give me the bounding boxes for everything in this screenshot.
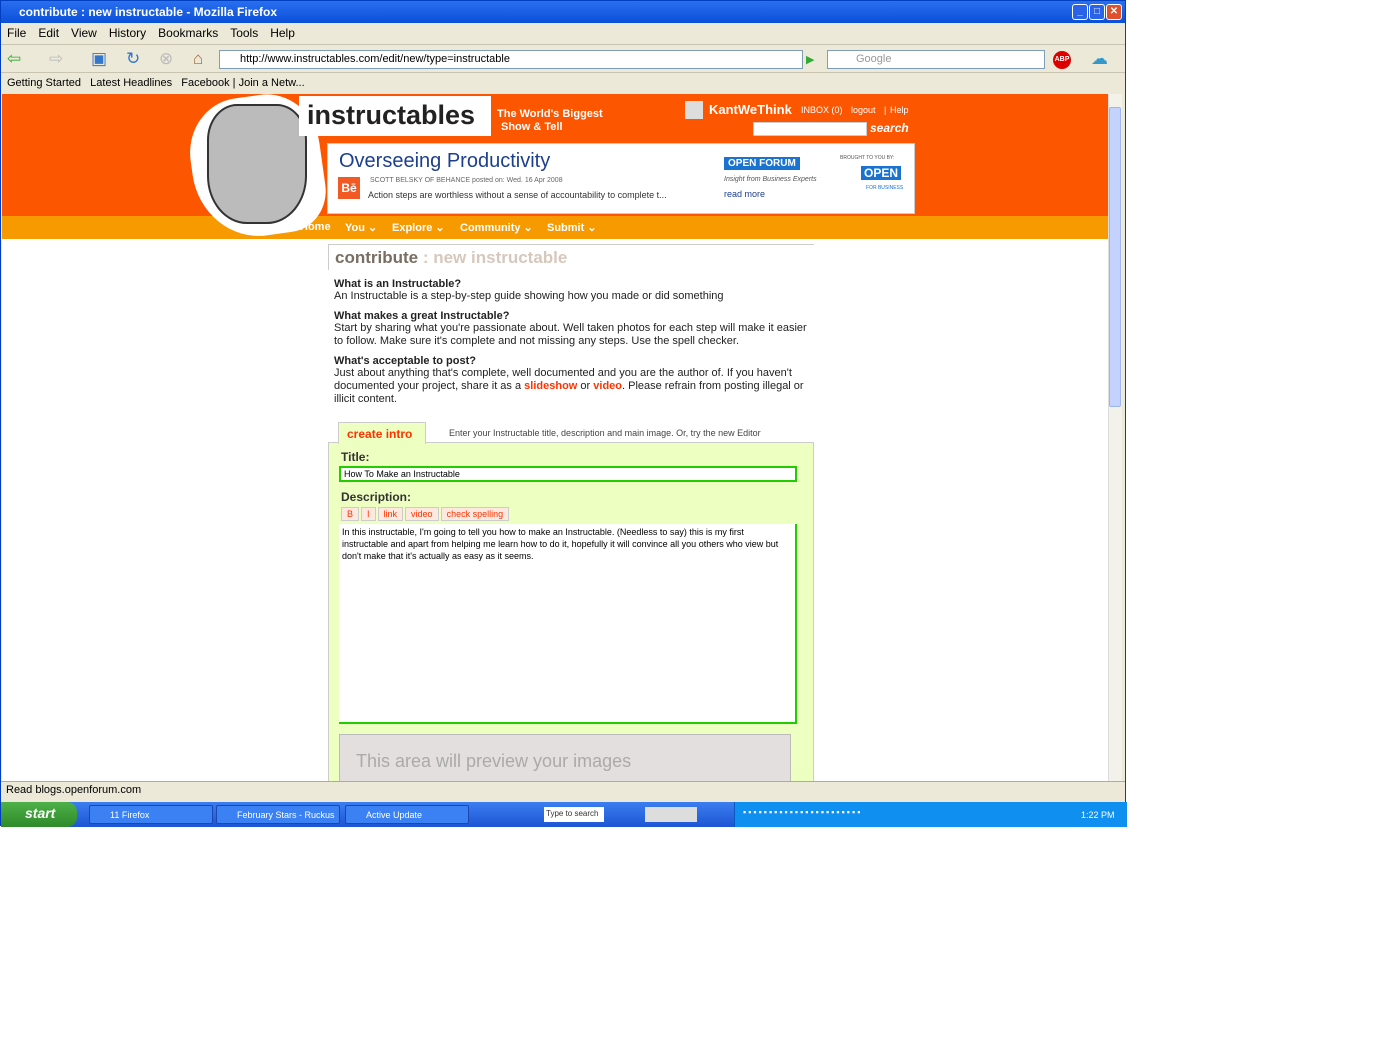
brought-by: BROUGHT TO YOU BY: bbox=[840, 155, 895, 161]
bookmark-getting-started[interactable]: Getting Started bbox=[7, 77, 81, 89]
new-tab-icon[interactable]: ▣ bbox=[91, 49, 107, 69]
menu-edit[interactable]: Edit bbox=[38, 26, 59, 40]
taskbar: start 11 Firefox February Stars - Ruckus… bbox=[1, 802, 1127, 827]
url-bar[interactable]: http://www.instructables.com/edit/new/ty… bbox=[219, 50, 803, 69]
main-content: contribute : new instructable What is an… bbox=[328, 244, 814, 413]
faq-question: What makes a great Instructable? bbox=[334, 310, 510, 322]
menu-file[interactable]: File bbox=[7, 26, 26, 40]
tab-create-intro[interactable]: create intro bbox=[338, 422, 426, 444]
tray-icons[interactable]: ▪▪▪▪▪▪▪▪▪▪▪▪▪▪▪▪▪▪▪▪▪▪▪ bbox=[743, 807, 862, 817]
tagline-line1: The World's Biggest bbox=[497, 108, 603, 120]
menu-history[interactable]: History bbox=[109, 26, 146, 40]
tab-hint: Enter your Instructable title, descripti… bbox=[449, 428, 761, 438]
check-spelling-button[interactable]: check spelling bbox=[440, 507, 510, 521]
description-textarea[interactable]: In this instructable, I'm going to tell … bbox=[339, 524, 797, 724]
format-toolbar: B Ilink video check spelling bbox=[341, 507, 511, 521]
go-icon[interactable]: ▶ bbox=[806, 53, 814, 66]
ad-byline: SCOTT BELSKY OF BEHANCE posted on: Wed. … bbox=[370, 177, 563, 184]
video-button[interactable]: video bbox=[405, 507, 439, 521]
description-label: Description: bbox=[341, 490, 412, 504]
title-label: Title: bbox=[341, 450, 370, 464]
taskbar-search-input[interactable]: Type to search bbox=[544, 807, 604, 822]
window-title: contribute : new instructable - Mozilla … bbox=[19, 5, 278, 19]
faq-answer: Just about anything that's complete, wel… bbox=[334, 367, 804, 405]
nav-submit[interactable]: Submit ⌄ bbox=[547, 221, 597, 234]
nav-you[interactable]: You ⌄ bbox=[345, 221, 377, 234]
amex-open-sub: FOR BUSINESS bbox=[866, 185, 904, 191]
tagline: The World's Biggest Show & Tell bbox=[497, 108, 603, 134]
search-button[interactable]: search bbox=[870, 121, 909, 135]
system-tray: ▪▪▪▪▪▪▪▪▪▪▪▪▪▪▪▪▪▪▪▪▪▪▪ 1:22 PM bbox=[734, 802, 1127, 827]
hand-drawing-icon bbox=[207, 104, 307, 224]
bookmark-join-network[interactable]: Join a Netw... bbox=[239, 77, 305, 89]
title-bar: contribute : new instructable - Mozilla … bbox=[1, 1, 1125, 23]
menu-bar: File Edit View History Bookmarks Tools Help bbox=[1, 23, 1125, 44]
page-title: contribute : new instructable bbox=[328, 244, 814, 270]
behance-icon: Bē bbox=[338, 177, 360, 199]
web-page: Home You ⌄ Explore ⌄ Community ⌄ Submit … bbox=[2, 94, 1108, 781]
title-input[interactable]: How To Make an Instructable bbox=[339, 466, 797, 482]
ad-insight: Insight from Business Experts bbox=[724, 176, 817, 183]
open-forum-logo: OPEN FORUM bbox=[724, 157, 800, 170]
faq-answer: An Instructable is a step-by-step guide … bbox=[334, 290, 724, 302]
taskbar-firefox[interactable]: 11 Firefox bbox=[89, 805, 213, 824]
taskbar-winamp[interactable]: February Stars - Ruckus bbox=[216, 805, 340, 824]
back-icon[interactable]: ⇦ bbox=[7, 49, 21, 69]
close-button[interactable]: ✕ bbox=[1106, 4, 1122, 20]
stop-icon[interactable]: ⊗ bbox=[159, 49, 173, 69]
read-more-link[interactable]: read more bbox=[724, 189, 765, 199]
bookmarks-bar: Getting Started Latest Headlines Faceboo… bbox=[7, 77, 305, 89]
browser-window: contribute : new instructable - Mozilla … bbox=[0, 0, 1127, 827]
help-link[interactable]: Help bbox=[890, 105, 909, 115]
amex-open-logo: OPEN bbox=[861, 166, 902, 180]
site-logo[interactable]: instructables bbox=[299, 96, 491, 136]
link-button[interactable]: link bbox=[377, 507, 404, 521]
taskbar-active-update[interactable]: Active Update bbox=[345, 805, 469, 824]
ad-text: Action steps are worthless without a sen… bbox=[368, 190, 667, 200]
navigation-toolbar: ⇦ ⇨ ▣ ↻ ⊗ ⌂ http://www.instructables.com… bbox=[1, 44, 1125, 73]
intro-text: What is an Instructable? An Instructable… bbox=[328, 270, 814, 406]
menu-bookmarks[interactable]: Bookmarks bbox=[158, 26, 218, 40]
inbox-link[interactable]: INBOX (0) bbox=[801, 105, 843, 115]
tagline-line2: Show & Tell bbox=[501, 121, 563, 133]
minimize-button[interactable]: _ bbox=[1072, 4, 1088, 20]
menu-view[interactable]: View bbox=[71, 26, 97, 40]
bold-button[interactable]: B bbox=[341, 507, 360, 521]
clock: 1:22 PM bbox=[1081, 810, 1115, 820]
faq-question: What is an Instructable? bbox=[334, 278, 462, 290]
slideshow-link[interactable]: slideshow bbox=[524, 380, 577, 392]
ad-banner[interactable]: Overseeing Productivity Bē SCOTT BELSKY … bbox=[327, 143, 915, 214]
username-link[interactable]: KantWeThink bbox=[709, 102, 792, 117]
nav-community[interactable]: Community ⌄ bbox=[460, 221, 533, 234]
reload-icon[interactable]: ↻ bbox=[126, 49, 140, 69]
site-search-input[interactable] bbox=[753, 122, 867, 136]
video-link[interactable]: video bbox=[593, 380, 622, 392]
start-button[interactable]: start bbox=[1, 802, 77, 827]
bookmark-latest-headlines[interactable]: Latest Headlines bbox=[90, 77, 172, 89]
create-intro-form: create intro Enter your Instructable tit… bbox=[328, 422, 814, 781]
maximize-button[interactable]: □ bbox=[1089, 4, 1105, 20]
adblock-icon[interactable]: ABP bbox=[1053, 51, 1071, 69]
ad-title[interactable]: Overseeing Productivity bbox=[339, 150, 550, 173]
faq-question: What's acceptable to post? bbox=[334, 355, 476, 367]
faq-answer: Start by sharing what you're passionate … bbox=[334, 322, 807, 347]
logout-link[interactable]: logout bbox=[851, 105, 876, 115]
avatar[interactable] bbox=[685, 101, 703, 119]
site-nav: Home You ⌄ Explore ⌄ Community ⌄ Submit … bbox=[2, 216, 1108, 239]
menu-tools[interactable]: Tools bbox=[230, 26, 258, 40]
menu-help[interactable]: Help bbox=[270, 26, 295, 40]
status-bar: Read blogs.openforum.com bbox=[1, 781, 1125, 800]
search-input[interactable]: Google bbox=[827, 50, 1045, 69]
forward-icon[interactable]: ⇨ bbox=[49, 49, 63, 69]
bookmark-facebook[interactable]: Facebook bbox=[181, 77, 229, 89]
image-preview-area: This area will preview your images bbox=[339, 734, 791, 781]
scrollbar-thumb[interactable] bbox=[1109, 107, 1121, 407]
nav-explore[interactable]: Explore ⌄ bbox=[392, 221, 445, 234]
skype-icon[interactable]: ☁ bbox=[1091, 49, 1108, 69]
italic-button[interactable]: I bbox=[361, 507, 376, 521]
home-icon[interactable]: ⌂ bbox=[193, 49, 203, 69]
media-widget[interactable] bbox=[645, 807, 697, 822]
